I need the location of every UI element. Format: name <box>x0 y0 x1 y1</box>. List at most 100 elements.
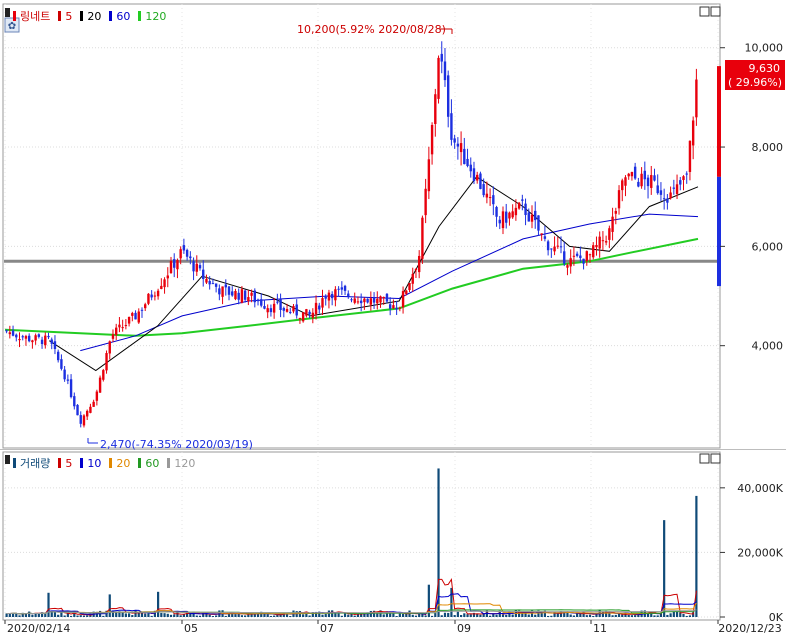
vol-legend-120: 120 <box>174 456 196 470</box>
candle-body <box>501 211 505 229</box>
candle-body <box>517 202 521 209</box>
volume-bar <box>321 614 324 617</box>
legend-ma120: 120 <box>145 9 167 23</box>
candle-body <box>621 180 624 191</box>
volume-bar <box>240 615 244 617</box>
candle-body <box>650 175 653 188</box>
candle-body <box>372 297 376 303</box>
candle-body <box>579 255 582 259</box>
candle-body <box>408 283 411 290</box>
candle-body <box>189 256 192 259</box>
candle-body <box>337 288 340 290</box>
volume-close-button[interactable] <box>710 453 721 464</box>
candle-body <box>414 268 418 271</box>
candle-body <box>18 339 21 341</box>
candle-body <box>231 291 234 296</box>
volume-bar <box>453 615 456 617</box>
candle-body <box>185 249 189 257</box>
volume-bar <box>331 610 334 617</box>
candle-body <box>398 307 402 309</box>
volume-bar <box>169 614 173 617</box>
candle-body <box>437 57 440 99</box>
volume-bar <box>208 614 211 617</box>
volume-bar <box>127 613 131 617</box>
candle-body <box>369 298 373 305</box>
volume-bar <box>669 613 672 617</box>
candle-body <box>179 249 182 259</box>
candle-body <box>640 173 643 187</box>
candle-body <box>469 164 472 172</box>
candle-body <box>102 370 105 380</box>
candle-body <box>443 61 447 81</box>
candle-body <box>40 339 44 345</box>
legend-ma20: 20 <box>87 9 102 23</box>
candle-body <box>247 297 250 302</box>
volume-bar <box>308 615 311 617</box>
candle-body <box>8 332 12 335</box>
current-price: 9,630 <box>749 62 781 75</box>
volume-bar <box>102 615 105 617</box>
volume-bar <box>572 615 576 617</box>
volume-restore-button[interactable] <box>699 453 710 464</box>
volume-collapse-icon[interactable] <box>5 455 10 464</box>
candle-body <box>282 307 286 311</box>
candle-body <box>347 293 350 297</box>
volume-bar <box>437 468 440 617</box>
price-close-button[interactable] <box>710 6 721 17</box>
volume-tick-label: 40,000K <box>737 482 783 495</box>
candle-body <box>485 193 489 198</box>
candle-body <box>21 336 24 338</box>
candle-body <box>495 207 498 217</box>
volume-bar <box>121 612 124 617</box>
candle-body <box>73 396 76 407</box>
candle-body <box>321 298 324 308</box>
volume-bar <box>653 615 656 617</box>
candle-body <box>366 298 369 303</box>
candle-body <box>140 309 144 311</box>
candle-body <box>595 244 598 248</box>
volume-bar <box>324 614 327 617</box>
candle-body <box>50 339 53 344</box>
volume-legend: 거래량 5 10 20 60 120 <box>13 455 195 471</box>
volume-bar <box>440 615 443 617</box>
volume-bar <box>682 613 685 617</box>
candle-body <box>434 94 437 124</box>
volume-bar <box>411 614 414 617</box>
candle-body <box>392 305 395 309</box>
volume-legend-name: 거래량 <box>20 457 51 470</box>
candle-body <box>588 254 592 256</box>
candle-body <box>340 287 344 290</box>
candle-body <box>221 286 224 297</box>
price-collapse-icon[interactable] <box>5 8 10 17</box>
candle-body <box>227 286 231 295</box>
volume-bar <box>166 613 169 617</box>
volume-bar <box>131 615 134 617</box>
candle-body <box>482 184 485 196</box>
candle-body <box>166 275 169 279</box>
candle-body <box>160 285 163 289</box>
legend-swatch-name <box>13 11 16 21</box>
volume-bar <box>479 614 482 617</box>
candle-body <box>592 245 595 258</box>
candle-body <box>575 253 579 256</box>
candle-body <box>505 211 508 223</box>
volume-bar <box>53 612 57 617</box>
candle-body <box>508 212 511 219</box>
candle-body <box>695 79 698 118</box>
volume-bar <box>450 587 453 617</box>
candle-body <box>127 316 131 324</box>
volume-bar <box>215 615 218 617</box>
price-legend: 링네트 5 20 60 120 <box>13 8 166 24</box>
candle-body <box>292 306 295 312</box>
volume-bar <box>592 615 595 617</box>
date-label: 07 <box>320 622 334 635</box>
volume-bar <box>82 615 86 617</box>
volume-bar <box>124 613 127 617</box>
candle-body <box>498 219 501 224</box>
volume-bar <box>685 615 688 617</box>
candle-body <box>56 351 60 361</box>
volume-bar <box>627 614 630 617</box>
volume-bar <box>353 615 356 617</box>
price-restore-button[interactable] <box>699 6 710 17</box>
candle-body <box>147 293 150 304</box>
